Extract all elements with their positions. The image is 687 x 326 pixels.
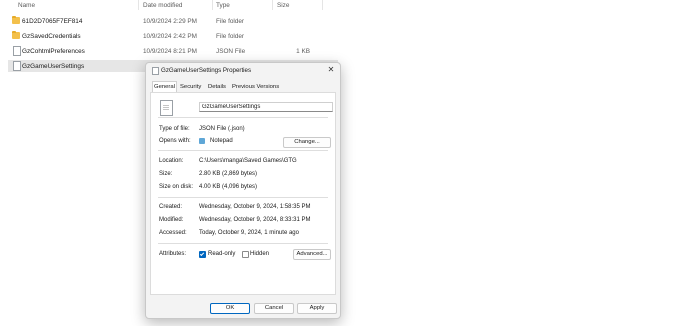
json-file-icon bbox=[13, 61, 21, 71]
column-separator[interactable] bbox=[322, 0, 323, 10]
tab-security[interactable]: Security bbox=[179, 82, 202, 92]
read-only-label: Read-only bbox=[208, 251, 236, 257]
size-on-disk-label: Size on disk: bbox=[159, 184, 194, 190]
apply-button[interactable]: Apply bbox=[297, 303, 337, 314]
divider bbox=[158, 243, 328, 244]
close-button[interactable]: ✕ bbox=[326, 65, 336, 75]
column-header-name[interactable]: Name bbox=[18, 2, 35, 9]
general-tab-panel: Type of file: JSON File (.json) Opens wi… bbox=[150, 92, 336, 295]
location-value: C:\Users\manga\Saved Games\GTG bbox=[199, 158, 297, 164]
tab-previous-versions[interactable]: Previous Versions bbox=[231, 82, 280, 92]
file-name: 61D2D7065F7EF814 bbox=[22, 17, 83, 25]
notepad-icon bbox=[199, 138, 205, 144]
opens-with-value: Notepad bbox=[210, 138, 233, 144]
accessed-label: Accessed: bbox=[159, 230, 187, 236]
tab-general[interactable]: General bbox=[152, 81, 177, 92]
properties-dialog: GzGameUserSettings Properties ✕ General … bbox=[145, 62, 341, 319]
accessed-value: Today, October 9, 2024, 1 minute ago bbox=[199, 230, 299, 236]
modified-value: Wednesday, October 9, 2024, 8:33:31 PM bbox=[199, 217, 311, 223]
file-name: GzSavedCredentials bbox=[22, 32, 81, 40]
file-list-row[interactable]: GzSavedCredentials 10/9/2024 2:42 PM Fil… bbox=[8, 30, 338, 42]
created-value: Wednesday, October 9, 2024, 1:58:35 PM bbox=[199, 204, 311, 210]
advanced-button[interactable]: Advanced... bbox=[293, 249, 331, 260]
ok-button[interactable]: OK bbox=[210, 303, 250, 314]
type-of-file-value: JSON File (.json) bbox=[199, 126, 245, 132]
opens-with-label: Opens with: bbox=[159, 138, 191, 144]
modified-label: Modified: bbox=[159, 217, 184, 223]
cancel-button[interactable]: Cancel bbox=[254, 303, 294, 314]
file-type: JSON File bbox=[216, 47, 246, 55]
size-on-disk-value: 4.00 KB (4,096 bytes) bbox=[199, 184, 258, 190]
dialog-titlebar[interactable]: GzGameUserSettings Properties ✕ bbox=[146, 63, 340, 77]
file-list-row[interactable]: GzCohtmlPreferences 10/9/2024 8:21 PM JS… bbox=[8, 45, 338, 57]
attributes-label: Attributes: bbox=[159, 251, 187, 257]
folder-icon bbox=[12, 31, 20, 39]
change-button[interactable]: Change... bbox=[283, 137, 331, 148]
column-header-type[interactable]: Type bbox=[216, 2, 230, 9]
size-value: 2.80 KB (2,869 bytes) bbox=[199, 171, 258, 177]
hidden-label: Hidden bbox=[250, 251, 270, 257]
divider bbox=[158, 150, 328, 151]
file-name-field[interactable] bbox=[199, 102, 333, 112]
size-label: Size: bbox=[159, 171, 173, 177]
hidden-checkbox[interactable] bbox=[242, 251, 249, 258]
divider bbox=[158, 197, 328, 198]
file-date: 10/9/2024 2:29 PM bbox=[143, 17, 198, 25]
file-date: 10/9/2024 8:21 PM bbox=[143, 47, 198, 55]
location-label: Location: bbox=[159, 158, 184, 164]
file-list-row[interactable]: 61D2D7065F7EF814 10/9/2024 2:29 PM File … bbox=[8, 15, 338, 27]
type-of-file-label: Type of file: bbox=[159, 126, 190, 132]
file-type: File folder bbox=[216, 32, 245, 40]
column-separator[interactable] bbox=[272, 0, 273, 10]
file-name: GzCohtmlPreferences bbox=[22, 47, 85, 55]
column-header-date[interactable]: Date modified bbox=[143, 2, 182, 9]
folder-icon bbox=[12, 16, 20, 24]
file-type: File folder bbox=[216, 17, 245, 25]
tab-details[interactable]: Details bbox=[207, 82, 227, 92]
divider bbox=[158, 117, 328, 118]
file-date: 10/9/2024 2:42 PM bbox=[143, 32, 198, 40]
read-only-checkbox[interactable] bbox=[199, 251, 206, 258]
dialog-title: GzGameUserSettings Properties bbox=[161, 67, 252, 74]
column-header-size[interactable]: Size bbox=[277, 2, 289, 9]
file-name: GzGameUserSettings bbox=[22, 62, 85, 70]
json-file-icon bbox=[13, 46, 21, 56]
file-size: 1 KB bbox=[296, 47, 310, 55]
column-separator[interactable] bbox=[138, 0, 139, 10]
column-header-bar: Name Date modified Type Size bbox=[0, 0, 687, 11]
file-icon bbox=[152, 67, 159, 75]
json-file-icon bbox=[160, 100, 173, 116]
created-label: Created: bbox=[159, 204, 183, 210]
column-separator[interactable] bbox=[212, 0, 213, 10]
